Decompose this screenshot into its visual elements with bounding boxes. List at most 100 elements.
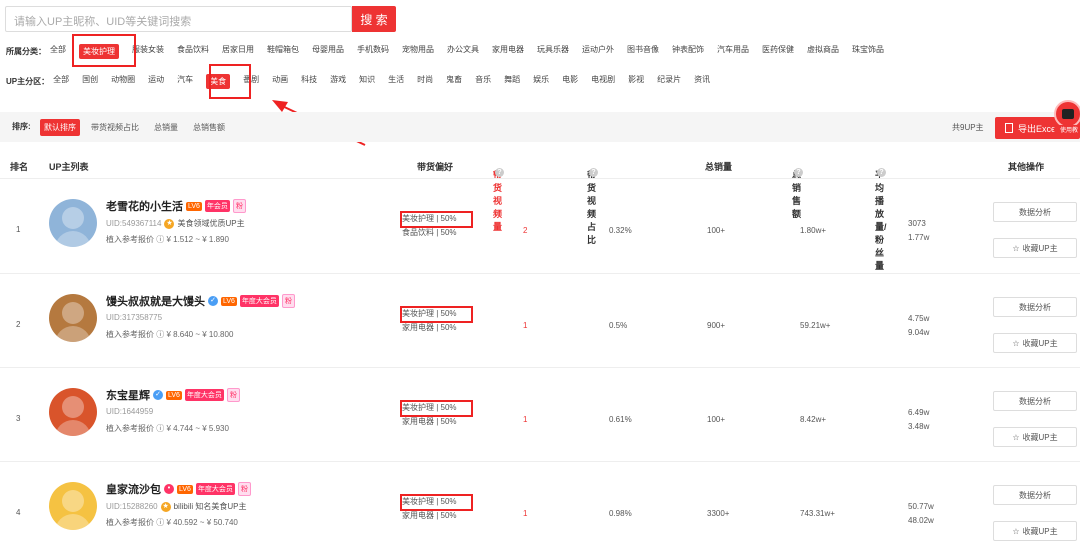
level-badge: LV6 [221, 296, 237, 306]
partition_row-item[interactable]: 鬼畜 [446, 74, 462, 89]
category_row-item[interactable]: 手机数码 [357, 44, 389, 59]
category-filter-row: 所属分类： 全部 美妆护理 服装女装 食品饮料 居家日用 鞋帽箱包 母婴用品 手机数码 宠物用品… [6, 42, 897, 60]
partition_row-item[interactable]: 全部 [53, 74, 69, 89]
fans-count: 3.48w [908, 422, 930, 431]
partition_row-item[interactable]: 动画 [272, 74, 288, 89]
collect-label: 收藏UP主 [1022, 243, 1058, 253]
category_row-item[interactable]: 家用电器 [492, 44, 524, 59]
up-name[interactable]: 东宝星辉 [106, 387, 150, 403]
partition_row-item[interactable]: 音乐 [475, 74, 491, 89]
video-count: 1 [523, 509, 528, 518]
category_row-item[interactable]: 鞋帽箱包 [267, 44, 299, 59]
collect-up-button[interactable]: ☆ 收藏UP主 [993, 521, 1077, 541]
uid-line: UID:317358775 [106, 313, 162, 322]
pref-2: 家用电器 | 50% [402, 323, 457, 332]
vip-badge: 年度大会员 [184, 389, 224, 401]
tutorial-badge[interactable]: 使用教 [1054, 100, 1080, 140]
partition_row-item[interactable]: 生活 [388, 74, 404, 89]
header-list: UP主列表 [49, 162, 89, 172]
vip-badge: 年度大会员 [195, 483, 235, 495]
vip-badge: 年会员 [204, 200, 230, 212]
video-count: 2 [523, 226, 528, 235]
partition_row-item[interactable]: 游戏 [330, 74, 346, 89]
category_row-item[interactable]: 母婴用品 [312, 44, 344, 59]
pref-1: 美妆护理 | 50% [402, 214, 457, 223]
partition_row-item[interactable]: 国创 [82, 74, 98, 89]
star-outline-icon: ☆ [1012, 526, 1020, 536]
uid-text: UID:549367114 [106, 219, 162, 228]
data-analysis-button[interactable]: 数据分析 [993, 297, 1077, 317]
partition_row-item[interactable]: 纪录片 [657, 74, 681, 89]
category_row-item[interactable]: 图书音像 [627, 44, 659, 59]
partition_row-item[interactable]: 影视 [628, 74, 644, 89]
avatar[interactable] [49, 388, 97, 436]
data-analysis-button[interactable]: 数据分析 [993, 485, 1077, 505]
sort-default[interactable]: 默认排序 [40, 119, 80, 136]
sort-label: 排序: [12, 122, 31, 131]
pref-1: 美妆护理 | 50% [402, 497, 457, 506]
search-input[interactable]: 请输入UP主昵称、UID等关键词搜索 [5, 6, 352, 32]
sort-revenue[interactable]: 总销售额 [193, 122, 225, 133]
category_row-item[interactable]: 居家日用 [222, 44, 254, 59]
search-button[interactable]: 搜 索 [352, 6, 396, 32]
rank-cell: 1 [16, 225, 21, 234]
collect-up-button[interactable]: ☆ 收藏UP主 [993, 238, 1077, 258]
partition_row-item[interactable]: 电视剧 [591, 74, 615, 89]
category_row-item[interactable]: 全部 [50, 44, 66, 59]
avg-play: 3073 [908, 219, 926, 228]
collect-label: 收藏UP主 [1022, 526, 1058, 536]
header-ops: 其他操作 [1008, 162, 1045, 172]
category_row-item[interactable]: 服装女装 [132, 44, 164, 59]
price-reference: 植入参考报价 ⓘ ¥ 1.512 ~ ¥ 1.890 [106, 235, 229, 244]
sort-sales[interactable]: 总销量 [154, 122, 178, 133]
pref-2: 家用电器 | 50% [402, 511, 457, 520]
category_row-item[interactable]: 玩具乐器 [537, 44, 569, 59]
partition_row-item[interactable]: 舞蹈 [504, 74, 520, 89]
data-analysis-button[interactable]: 数据分析 [993, 202, 1077, 222]
partition_row-item[interactable]: 时尚 [417, 74, 433, 89]
uid-text: UID:15288260 [106, 502, 158, 511]
partition-label: UP主分区： [6, 76, 50, 86]
collect-up-button[interactable]: ☆ 收藏UP主 [993, 427, 1077, 447]
sort-video-ratio[interactable]: 带货视频占比 [91, 122, 139, 133]
category_row-item[interactable]: 珠宝饰品 [852, 44, 884, 59]
level-badge: LV6 [186, 201, 202, 211]
partition-filter-row: UP主分区： 全部 国创 动物圈 运动 汽车 美食 番剧 动画 科技 游戏 知识 生活 时尚 鬼畜 音乐 舞蹈… [6, 72, 723, 90]
collect-up-button[interactable]: ☆ 收藏UP主 [993, 333, 1077, 353]
video-count: 1 [523, 321, 528, 330]
partition_row-item[interactable]: 科技 [301, 74, 317, 89]
avatar[interactable] [49, 482, 97, 530]
avatar[interactable] [49, 199, 97, 247]
category_row-item[interactable]: 虚拟商品 [807, 44, 839, 59]
category_row-item[interactable]: 运动户外 [582, 44, 614, 59]
avg-play: 50.77w [908, 502, 934, 511]
uid-line: UID:549367114 ★ 美食领域优质UP主 [106, 218, 245, 229]
partition_row-item[interactable]: 电影 [562, 74, 578, 89]
up-name-line: 东宝星辉 ✓ LV6 年度大会员 粉 [106, 387, 240, 403]
partition_row-item[interactable]: 汽车 [177, 74, 193, 89]
category_row-item[interactable]: 钟表配饰 [672, 44, 704, 59]
partition_row-item[interactable]: 资讯 [694, 74, 710, 89]
header-sales[interactable]: 总销量 [705, 160, 732, 173]
annotation-box-partition [209, 64, 251, 99]
avatar[interactable] [49, 294, 97, 342]
category_row-item[interactable]: 医药保健 [762, 44, 794, 59]
partition_row-item[interactable]: 娱乐 [533, 74, 549, 89]
up-name-line: 老雪花的小生活 LV6 年会员 粉 [106, 198, 246, 214]
up-name[interactable]: 馒头叔叔就是大馒头 [106, 293, 205, 309]
category_row-item[interactable]: 食品饮料 [177, 44, 209, 59]
up-name[interactable]: 老雪花的小生活 [106, 198, 183, 214]
category_row-item[interactable]: 办公文具 [447, 44, 479, 59]
category_row-item[interactable]: 汽车用品 [717, 44, 749, 59]
partition_row-item[interactable]: 动物圈 [111, 74, 135, 89]
category_row-item[interactable]: 宠物用品 [402, 44, 434, 59]
pref-1: 美妆护理 | 50% [402, 309, 457, 318]
total-revenue: 8.42w+ [800, 415, 827, 424]
up-name[interactable]: 皇家流沙包 [106, 481, 161, 497]
data-analysis-button[interactable]: 数据分析 [993, 391, 1077, 411]
total-revenue: 743.31w+ [800, 509, 835, 518]
partition_row-item[interactable]: 知识 [359, 74, 375, 89]
info-icon: ? [589, 168, 598, 177]
partition_row-item[interactable]: 运动 [148, 74, 164, 89]
video-ratio: 0.32% [609, 226, 632, 235]
